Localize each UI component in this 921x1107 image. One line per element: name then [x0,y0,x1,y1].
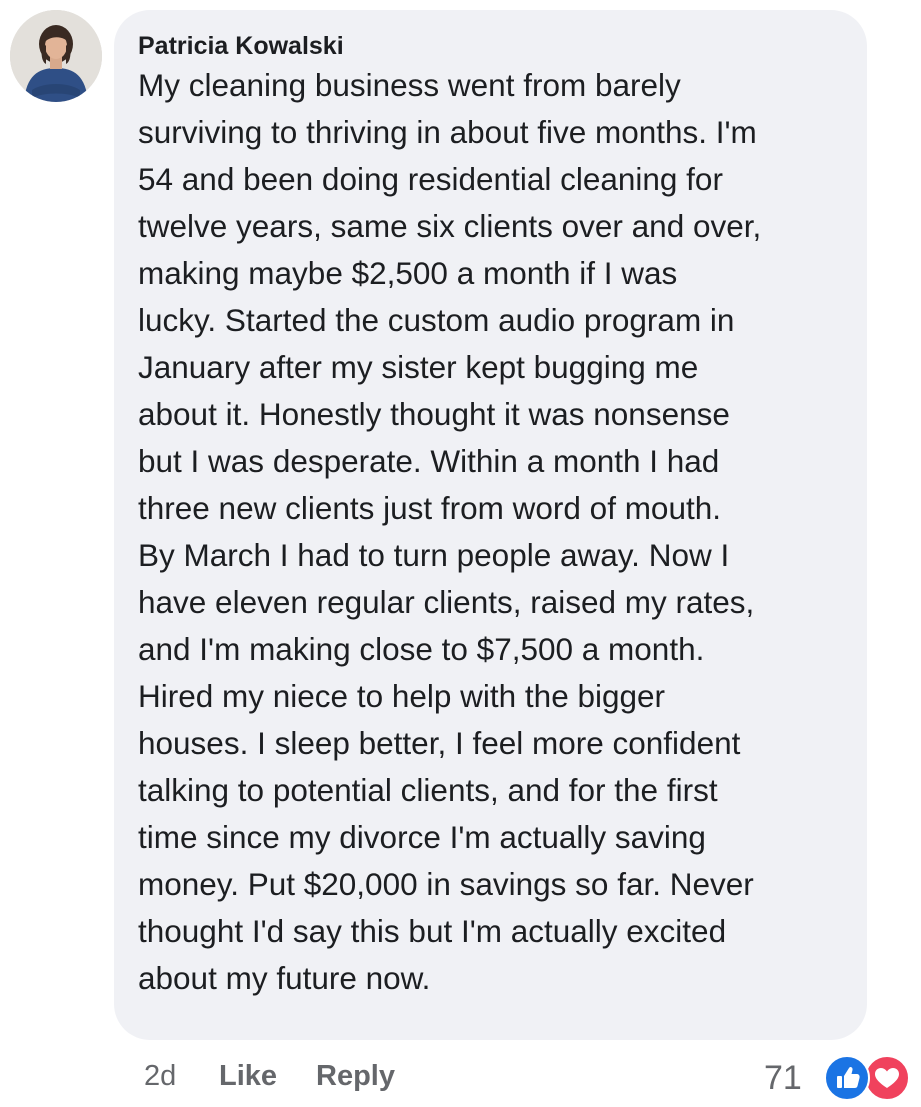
comment-line: three new clients just from word of mout… [138,490,721,526]
like-button[interactable]: Like [219,1058,277,1094]
reaction-count[interactable]: 71 [764,1058,802,1098]
comment-line: surviving to thriving in about five mont… [138,114,757,150]
reaction-icons[interactable] [824,1055,916,1101]
comment-text: My cleaning business went from barely su… [138,62,857,1002]
comment-line: but I was desperate. Within a month I ha… [138,443,720,479]
comment-line: and I'm making close to $7,500 a month. [138,631,705,667]
comment-line: 54 and been doing residential cleaning f… [138,161,723,197]
comment-line: My cleaning business went from barely [138,67,681,103]
comment-line: houses. I sleep better, I feel more conf… [138,725,741,761]
love-icon [864,1055,910,1101]
comment-line: making maybe $2,500 a month if I was [138,255,678,291]
comment-line: money. Put $20,000 in savings so far. Ne… [138,866,754,902]
comment-line: have eleven regular clients, raised my r… [138,584,755,620]
avatar-photo [10,10,102,102]
comment-line: thought I'd say this but I'm actually ex… [138,913,727,949]
comment-line: By March I had to turn people away. Now … [138,537,730,573]
comment-line: about my future now. [138,960,431,996]
comment-footer: 2d Like Reply 71 [0,1050,921,1104]
comment-line: time since my divorce I'm actually savin… [138,819,706,855]
comment-author[interactable]: Patricia Kowalski [138,31,857,61]
comment-line: twelve years, same six clients over and … [138,208,762,244]
comment-line: lucky. Started the custom audio program … [138,302,735,338]
comment-line: January after my sister kept bugging me [138,349,699,385]
like-icon [824,1055,870,1101]
comment-timestamp[interactable]: 2d [144,1058,176,1094]
comment-line: Hired my niece to help with the bigger [138,678,666,714]
comment-line: about it. Honestly thought it was nonsen… [138,396,730,432]
reply-button[interactable]: Reply [316,1058,395,1094]
comment-line: talking to potential clients, and for th… [138,772,718,808]
avatar[interactable] [10,10,102,102]
comment-bubble: Patricia Kowalski My cleaning business w… [114,10,867,1040]
